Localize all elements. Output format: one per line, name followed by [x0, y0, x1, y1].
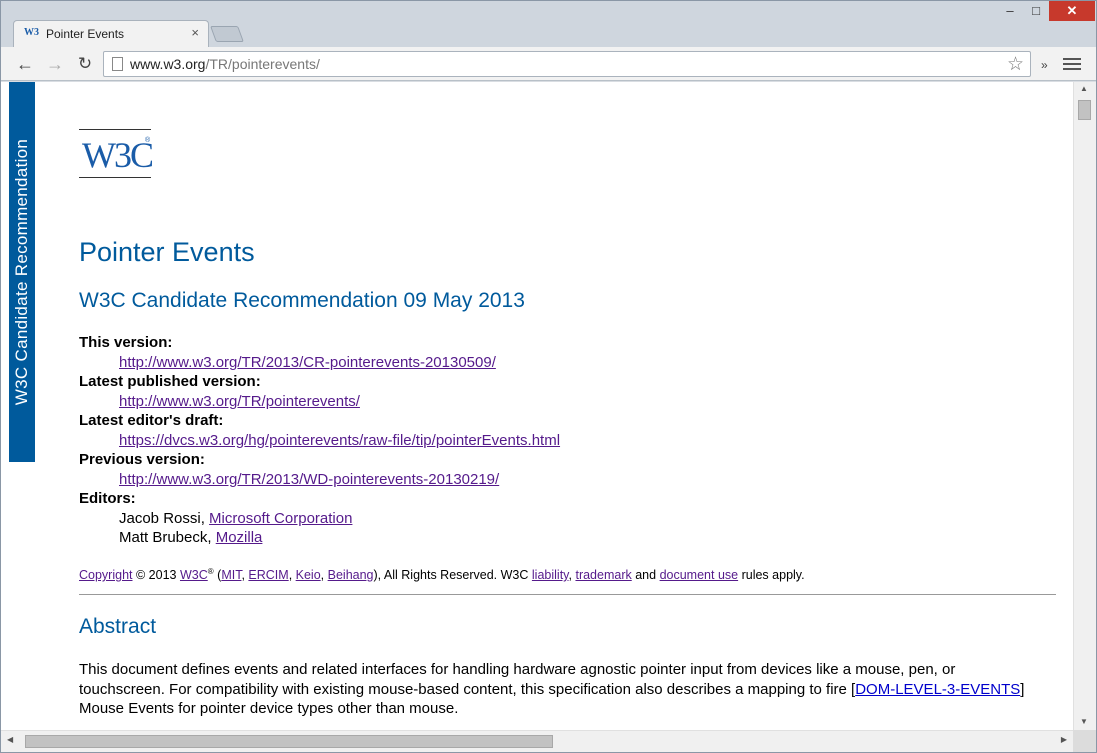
editors-label: Editors: — [79, 490, 136, 507]
copyright-year: © 2013 — [135, 568, 177, 583]
liability-link[interactable]: liability — [532, 568, 569, 582]
new-tab-button[interactable] — [210, 26, 244, 42]
keio-link[interactable]: Keio — [296, 568, 321, 582]
scroll-right-icon[interactable]: ▶ — [1061, 735, 1067, 744]
meta-label: Latest published version: — [79, 373, 261, 390]
editors-draft-link[interactable]: https://dvcs.w3.org/hg/pointerevents/raw… — [119, 432, 560, 449]
scroll-up-icon[interactable]: ▲ — [1080, 84, 1088, 93]
browser-toolbar: ← → ↻ www.w3.org/TR/pointerevents/ ☆ » — [1, 47, 1096, 81]
page-title: Pointer Events — [79, 237, 255, 267]
status-side-banner[interactable]: W3C Candidate Recommendation — [9, 82, 35, 462]
url-path: /TR/pointerevents/ — [205, 56, 320, 72]
document-metadata: This version: http://www.w3.org/TR/2013/… — [79, 333, 560, 548]
meta-label: Previous version: — [79, 451, 205, 468]
title-bar: W3 Pointer Events × – □ ✕ — [1, 1, 1096, 47]
browser-window: W3 Pointer Events × – □ ✕ ← → ↻ www.w3.o… — [0, 0, 1097, 753]
meta-label: This version: — [79, 334, 173, 351]
w3c-reg-mark: ® — [207, 567, 214, 576]
abstract-paragraph: This document defines events and related… — [79, 660, 1039, 719]
previous-version-link[interactable]: http://www.w3.org/TR/2013/WD-pointereven… — [119, 471, 499, 488]
horizontal-scrollbar[interactable]: ◀ ▶ — [1, 730, 1073, 752]
w3c-favicon-icon: W3 — [24, 27, 39, 38]
maximize-button[interactable]: □ — [1023, 1, 1049, 21]
copyright-link[interactable]: Copyright — [79, 568, 133, 582]
rules-text: rules apply. — [741, 568, 805, 583]
vertical-scroll-thumb[interactable] — [1078, 100, 1091, 120]
horizontal-scroll-thumb[interactable] — [25, 735, 553, 748]
forward-button[interactable]: → — [43, 52, 67, 76]
beihang-link[interactable]: Beihang — [328, 568, 374, 582]
dom-level-3-events-ref-link[interactable]: DOM-LEVEL-3-EVENTS — [855, 681, 1020, 698]
comma: , — [568, 568, 572, 583]
divider — [79, 594, 1056, 595]
meta-label: Latest editor's draft: — [79, 412, 224, 429]
w3c-logo-reg: ® — [145, 137, 151, 144]
status-banner-text: W3C Candidate Recommendation — [12, 138, 31, 406]
abstract-text-1: This document defines events and related… — [79, 661, 956, 698]
scroll-down-icon[interactable]: ▼ — [1080, 717, 1088, 726]
mit-link[interactable]: MIT — [221, 568, 241, 582]
this-version-link[interactable]: http://www.w3.org/TR/2013/CR-pointereven… — [119, 354, 496, 371]
and-text: and — [635, 568, 657, 583]
editor-name: Jacob Rossi, — [119, 509, 205, 527]
editor-org-link[interactable]: Mozilla — [216, 529, 263, 546]
bookmark-star-icon[interactable]: ☆ — [1007, 53, 1024, 76]
ercim-link[interactable]: ERCIM — [248, 568, 288, 582]
tab-pointer-events[interactable]: W3 Pointer Events × — [13, 20, 209, 47]
vertical-scrollbar[interactable]: ▲ ▼ — [1073, 82, 1096, 730]
trademark-link[interactable]: trademark — [575, 568, 631, 582]
minimize-button[interactable]: – — [997, 1, 1023, 21]
abstract-heading: Abstract — [79, 615, 157, 638]
url-host: www.w3.org — [130, 56, 206, 72]
tab-title: Pointer Events — [46, 27, 125, 41]
page-viewport: W3C Candidate Recommendation W3C ® Point… — [1, 82, 1080, 730]
copyright-notice: Copyright © 2013 W3C® (MIT, ERCIM, Keio,… — [79, 567, 805, 583]
scrollbar-corner — [1073, 730, 1096, 752]
close-window-button[interactable]: ✕ — [1049, 1, 1095, 21]
w3c-logo[interactable]: W3C ® — [79, 129, 154, 178]
document-use-link[interactable]: document use — [660, 568, 739, 582]
url-text[interactable]: www.w3.org/TR/pointerevents/ — [130, 56, 320, 72]
page-icon — [112, 57, 123, 71]
page-subtitle: W3C Candidate Recommendation 09 May 2013 — [79, 289, 525, 312]
menu-icon[interactable] — [1063, 55, 1081, 73]
extensions-chevron-icon[interactable]: » — [1041, 58, 1048, 72]
editor-org-link[interactable]: Microsoft Corporation — [209, 510, 352, 527]
editor-name: Matt Brubeck, — [119, 529, 212, 546]
tab-close-icon[interactable]: × — [191, 25, 199, 40]
reload-button[interactable]: ↻ — [73, 52, 97, 76]
rights-text: ), All Rights Reserved. W3C — [373, 568, 529, 583]
w3c-link[interactable]: W3C — [180, 568, 208, 582]
scroll-left-icon[interactable]: ◀ — [7, 735, 13, 744]
w3c-logo-text: W3C — [82, 135, 154, 175]
back-button[interactable]: ← — [13, 52, 37, 76]
address-bar[interactable]: www.w3.org/TR/pointerevents/ ☆ — [103, 51, 1031, 77]
latest-published-link[interactable]: http://www.w3.org/TR/pointerevents/ — [119, 393, 360, 410]
